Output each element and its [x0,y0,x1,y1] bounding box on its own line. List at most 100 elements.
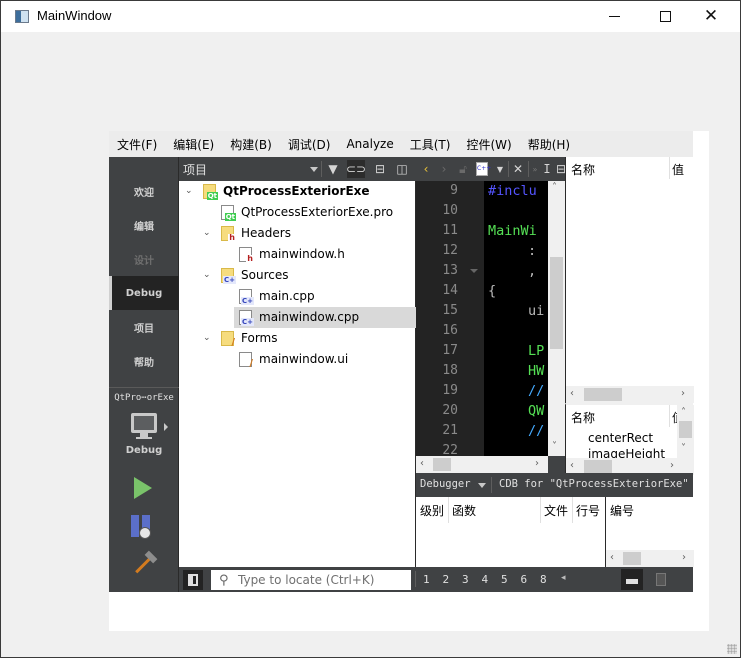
output-pane-tab[interactable]: 4 [482,573,489,586]
threads-horizontal-scrollbar[interactable]: ‹ › [606,550,694,567]
menu-item[interactable]: 文件(F) [117,136,157,153]
debug-run-icon[interactable] [131,515,155,539]
minimize-button[interactable] [591,1,637,32]
scroll-left-icon[interactable]: ‹ [420,458,424,469]
mode-item[interactable]: 项目 [109,310,179,344]
menu-item[interactable]: Analyze [346,137,393,151]
scroll-right-icon[interactable]: › [681,388,685,399]
column-divider[interactable] [669,157,670,179]
chevron-down-icon[interactable]: ⌄ [203,271,211,280]
back-icon[interactable]: ‹ [417,160,435,178]
output-pane-tab[interactable]: 1 [423,573,430,586]
debugger-selector[interactable]: Debugger [420,478,471,490]
chevron-down-icon[interactable]: ⌄ [185,187,193,196]
locator-input[interactable]: ⚲ Type to locate (Ctrl+K) [211,570,411,590]
scroll-left-icon[interactable]: ‹ [570,388,574,399]
output-pane-tab[interactable]: 5 [501,573,508,586]
fold-marker-icon[interactable] [470,269,478,273]
tree-item[interactable]: h mainwindow.h [179,244,416,265]
scroll-left-icon[interactable]: ‹ [570,460,574,471]
split-add-icon[interactable]: ⊟ [371,160,389,178]
scroll-thumb[interactable] [433,458,451,471]
watch-row[interactable]: centerRect [588,431,653,445]
link-icon[interactable]: ⊂⊃ [346,160,366,178]
mode-item[interactable]: Debug [109,276,179,310]
scroll-thumb[interactable] [550,257,563,349]
scroll-down-icon[interactable]: ˅ [552,441,557,452]
output-pane-tab[interactable]: 3 [462,573,469,586]
tree-item[interactable]: ⌄ Qt QtProcessExteriorExe [179,181,416,202]
column-divider[interactable] [669,405,670,427]
column-header-name[interactable]: 名称 [571,409,595,426]
column-header-level[interactable]: 级别 [420,502,444,519]
editor-horizontal-scrollbar[interactable]: ‹ › [416,456,548,473]
lock-icon[interactable]: 🔓︎ [454,160,472,178]
forward-icon[interactable]: › [435,160,453,178]
close-button[interactable]: ✕ [688,1,734,32]
menu-item[interactable]: 编辑(E) [173,136,214,153]
scroll-up-icon[interactable]: ˄ [681,407,686,418]
resize-grip-icon[interactable] [727,644,737,654]
watch-vertical-scrollbar[interactable]: ˄ ˅ [677,405,694,458]
column-header-id[interactable]: 编号 [610,502,634,519]
mode-item[interactable]: 欢迎 [109,174,179,208]
chevron-down-icon[interactable]: ⌄ [203,334,211,343]
column-header-line[interactable]: 行号 [576,502,600,519]
scroll-right-icon[interactable]: › [670,460,674,471]
toggle-right-pane-icon[interactable] [656,573,666,586]
menu-item[interactable]: 工具(T) [410,136,451,153]
tree-item[interactable]: / mainwindow.ui [179,349,416,370]
maximize-button[interactable] [642,1,688,32]
scroll-thumb[interactable] [623,552,641,565]
toggle-sidebar-button[interactable] [183,570,203,590]
tree-item[interactable]: C+ main.cpp [179,286,416,307]
tree-item[interactable]: C+ mainwindow.cpp [179,307,416,328]
tree-item[interactable]: ⌄ / Forms [179,328,416,349]
more-tabs-icon[interactable]: ◂ [561,573,566,583]
filter-icon[interactable]: ▼ [324,160,342,178]
scroll-left-icon[interactable]: ‹ [610,552,614,563]
mode-item[interactable]: 编辑 [109,208,179,242]
scroll-right-icon[interactable]: › [535,458,539,469]
scroll-thumb[interactable] [679,421,692,438]
scroll-up-icon[interactable]: ˄ [552,182,557,193]
menu-item[interactable]: 控件(W) [466,136,511,153]
locals-horizontal-scrollbar[interactable]: ‹ › [566,386,694,403]
column-divider[interactable] [448,497,449,523]
column-header-value[interactable]: 值 [672,161,684,178]
column-divider[interactable] [572,497,573,523]
output-pane-tab[interactable]: 2 [443,573,450,586]
code-text[interactable]: #inclu MainWi:, {ui LP HW // QW // [484,181,548,456]
menu-item[interactable]: 调试(D) [288,136,331,153]
scroll-right-icon[interactable]: › [682,552,686,563]
dropdown-icon[interactable]: ▼ [491,160,509,178]
dropdown-icon[interactable] [478,483,486,488]
hammer-icon[interactable] [131,550,159,577]
scroll-thumb[interactable] [584,460,612,473]
run-icon[interactable] [134,477,152,499]
output-pane-tab[interactable]: 8 [540,573,547,586]
project-view-selector[interactable]: 项目 [183,161,207,178]
title-bar[interactable]: MainWindow ✕ [1,1,740,32]
menu-item[interactable]: 帮助(H) [528,136,570,153]
progress-details-button[interactable] [621,569,643,590]
scroll-thumb[interactable] [584,388,622,401]
code-editor[interactable]: 9 10 11 12 13 14 15 16 17 18 19 20 21 22 #inclu MainWi… [416,181,565,473]
close-icon[interactable]: ✕ [509,160,527,178]
dropdown-icon[interactable] [310,167,318,172]
scroll-down-icon[interactable]: ˅ [681,443,686,454]
tree-item[interactable]: ⌄ h Headers [179,223,416,244]
mode-item[interactable]: 帮助 [109,344,179,378]
tree-item[interactable]: Qt QtProcessExteriorExe.pro [179,202,416,223]
output-pane-tab[interactable]: 6 [521,573,528,586]
menu-item[interactable]: 构建(B) [230,136,272,153]
watch-row[interactable]: imageHeight [588,447,665,458]
column-header-file[interactable]: 文件 [544,502,568,519]
close-pane-icon[interactable]: ◫ [393,160,411,178]
column-divider[interactable] [540,497,541,523]
tree-item[interactable]: ⌄ C+ Sources [179,265,416,286]
column-header-name[interactable]: 名称 [571,161,595,178]
chevron-down-icon[interactable]: ⌄ [203,229,211,238]
column-header-function[interactable]: 函数 [452,502,476,519]
editor-vertical-scrollbar[interactable]: ˄ ˅ [548,181,565,456]
